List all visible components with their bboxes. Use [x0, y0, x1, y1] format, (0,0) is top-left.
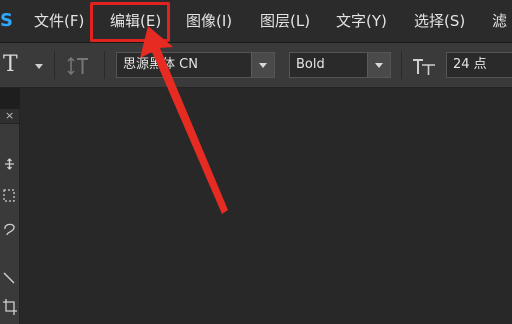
pointer-arrow	[140, 26, 228, 214]
